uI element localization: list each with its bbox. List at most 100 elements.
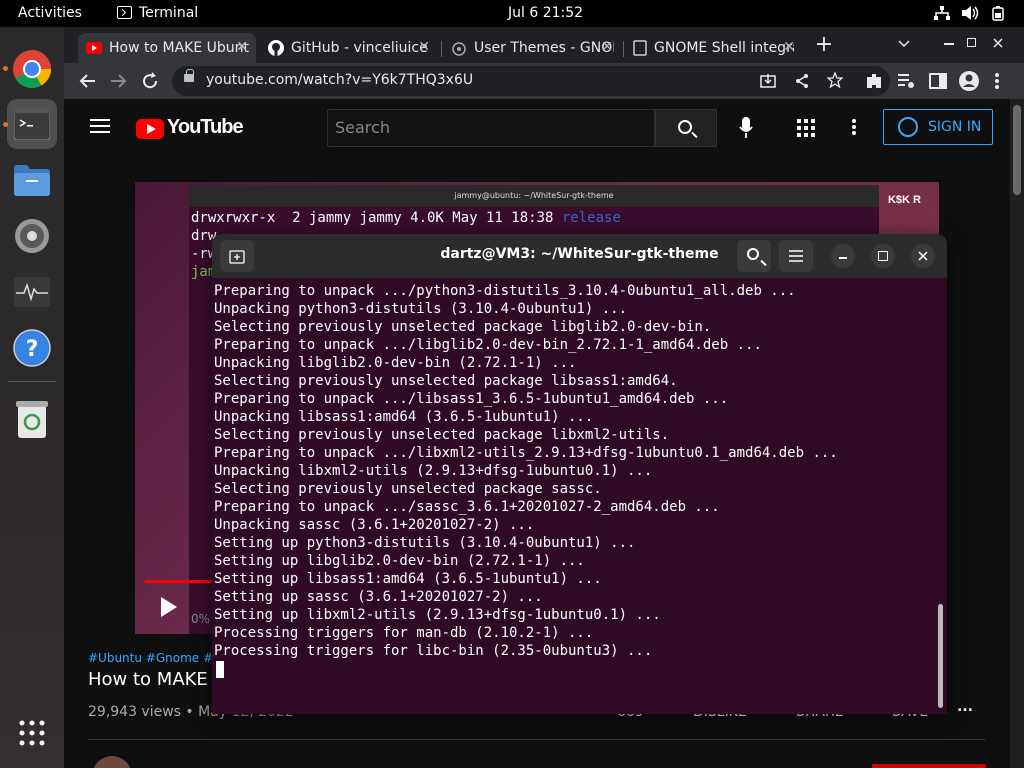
folder-glyph	[14, 165, 50, 196]
tab-separator	[623, 41, 624, 57]
sign-in-button[interactable]: SIGN IN	[883, 109, 993, 145]
share-icon[interactable]	[794, 73, 810, 89]
subscribe-button[interactable]	[872, 764, 986, 768]
bookmark-star-icon[interactable]	[827, 72, 843, 88]
dock: ?	[0, 27, 64, 768]
youtube-logo-icon[interactable]	[136, 119, 164, 139]
terminal-output[interactable]: Preparing to unpack .../python3-distutil…	[214, 282, 934, 714]
tab-gnome-shell[interactable]: GNOME Shell integration ✕	[625, 33, 803, 63]
trash-glyph	[16, 401, 48, 438]
terminal-headerbar: dartz@VM3: ~/WhiteSur-gtk-theme	[212, 234, 947, 278]
chevron-down-icon[interactable]	[898, 40, 910, 48]
help-icon[interactable]: ?	[7, 323, 57, 373]
github-icon	[268, 40, 284, 56]
terminal-line: Preparing to unpack .../libsass1_3.6.5-1…	[214, 391, 729, 407]
search-input[interactable]: Search	[327, 109, 655, 147]
terminal-line: Setting up libxml2-utils (2.9.13+dfsg-1u…	[214, 607, 661, 623]
terminal-line: Unpacking libxml2-utils (2.9.13+dfsg-1ub…	[214, 463, 653, 479]
new-tab-button[interactable]: +	[812, 33, 836, 57]
menu-dots-icon[interactable]	[994, 72, 1000, 90]
tab-user-themes[interactable]: User Themes - GNOME ✕	[443, 33, 621, 63]
terminal-line: Selecting previously unselected package …	[214, 373, 678, 389]
dock-separator	[8, 381, 56, 382]
trash-icon[interactable]	[7, 395, 57, 445]
monitor-glyph	[14, 277, 50, 307]
close-button[interactable]	[911, 244, 935, 268]
terminal-line: Unpacking libsass1:amd64 (3.6.5-1ubuntu1…	[214, 409, 594, 425]
back-icon[interactable]	[76, 69, 100, 93]
search-button[interactable]	[737, 240, 771, 272]
install-icon[interactable]	[760, 73, 776, 89]
video-terminal-title: jammy@ubuntu: ~/WhiteSur-gtk-theme	[189, 185, 879, 207]
maximize-button[interactable]	[871, 244, 895, 268]
tab-title: GNOME Shell integration	[654, 40, 794, 56]
close-icon[interactable]: ✕	[601, 39, 613, 55]
video-title: How to MAKE U	[88, 669, 227, 690]
gear-glyph	[15, 219, 49, 253]
extensions-icon[interactable]	[865, 72, 883, 90]
menu-button[interactable]	[779, 240, 813, 272]
reload-icon[interactable]	[138, 69, 162, 93]
search-icon	[747, 248, 759, 260]
more-vert-icon[interactable]	[851, 118, 857, 136]
page-icon	[633, 40, 647, 56]
close-window-icon[interactable]	[993, 38, 1003, 48]
terminal-line: Preparing to unpack .../libglib2.0-dev-b…	[214, 337, 762, 353]
more-actions-button[interactable]: ...	[957, 699, 973, 715]
minimize-button[interactable]	[831, 244, 855, 268]
tab-github[interactable]: GitHub - vinceliuice ✕	[260, 33, 438, 63]
hamburger-menu-icon[interactable]	[90, 119, 110, 133]
terminal-scrollbar[interactable]	[938, 604, 943, 708]
video-line-text: drwxrwxr-x 2 jammy jammy 4.0K May 11 18:…	[191, 210, 562, 226]
video-line-highlight: release	[561, 210, 621, 226]
search-button[interactable]	[655, 109, 717, 147]
terminal-line: Preparing to unpack .../python3-distutil…	[214, 283, 796, 299]
minimize-icon[interactable]	[944, 43, 954, 45]
gnome-icon	[452, 42, 466, 56]
settings-icon[interactable]	[7, 211, 57, 261]
url-text[interactable]: youtube.com/watch?v=Y6k7THQ3x6U	[206, 72, 473, 88]
side-panel-icon[interactable]	[929, 72, 947, 90]
address-bar[interactable]: youtube.com/watch?v=Y6k7THQ3x6U	[172, 66, 890, 96]
terminal-line: Setting up libsass1:amd64 (3.6.5-1ubuntu…	[214, 571, 602, 587]
top-bar: Activities Terminal Jul 6 21:52	[0, 0, 1024, 27]
channel-avatar[interactable]	[92, 756, 132, 768]
restore-icon[interactable]	[967, 38, 976, 47]
forward-icon[interactable]	[106, 69, 130, 93]
youtube-icon	[86, 42, 102, 54]
terminal-line: Setting up libglib2.0-dev-bin (2.72.1-1)…	[214, 553, 585, 569]
terminal-line: Unpacking libglib2.0-dev-bin (2.72.1-1) …	[214, 355, 577, 371]
activities-button[interactable]: Activities	[18, 5, 82, 21]
maximize-icon	[878, 251, 888, 261]
youtube-wordmark[interactable]: YouTube	[167, 116, 244, 139]
clock[interactable]: Jul 6 21:52	[508, 5, 583, 21]
system-monitor-icon[interactable]	[7, 267, 57, 317]
microphone-icon[interactable]	[739, 117, 753, 139]
play-icon[interactable]	[161, 597, 177, 617]
close-icon[interactable]: ✕	[418, 39, 430, 55]
network-icon[interactable]	[934, 6, 950, 20]
tab-youtube[interactable]: How to MAKE Ubuntu ✕	[78, 33, 256, 63]
close-icon[interactable]: ✕	[783, 39, 795, 55]
show-apps-button[interactable]	[7, 711, 57, 755]
tab-title: GitHub - vinceliuice	[291, 40, 428, 56]
chrome-icon[interactable]	[7, 44, 57, 94]
profile-icon[interactable]	[958, 70, 980, 92]
minimize-icon	[839, 257, 847, 259]
lock-icon[interactable]	[184, 69, 194, 82]
terminal-line: Preparing to unpack .../sassc_3.6.1+2020…	[214, 499, 720, 515]
scrollbar-thumb[interactable]	[1013, 105, 1021, 195]
media-queue-icon[interactable]	[897, 72, 915, 90]
close-icon[interactable]: ✕	[236, 39, 248, 55]
power-icon[interactable]	[991, 5, 1005, 21]
terminal-icon[interactable]	[7, 99, 57, 149]
files-icon[interactable]	[7, 155, 57, 205]
apps-grid-icon[interactable]	[797, 119, 815, 137]
terminal-line: Selecting previously unselected package …	[214, 319, 712, 335]
page-scrollbar[interactable]	[1010, 99, 1024, 768]
terminal-line: Preparing to unpack .../libxml2-utils_2.…	[214, 445, 838, 461]
app-menu[interactable]: Terminal	[139, 5, 198, 21]
terminal-line: Processing triggers for libc-bin (2.35-0…	[214, 643, 653, 659]
volume-icon[interactable]	[962, 6, 980, 20]
terminal-window: dartz@VM3: ~/WhiteSur-gtk-theme Preparin…	[212, 234, 947, 714]
